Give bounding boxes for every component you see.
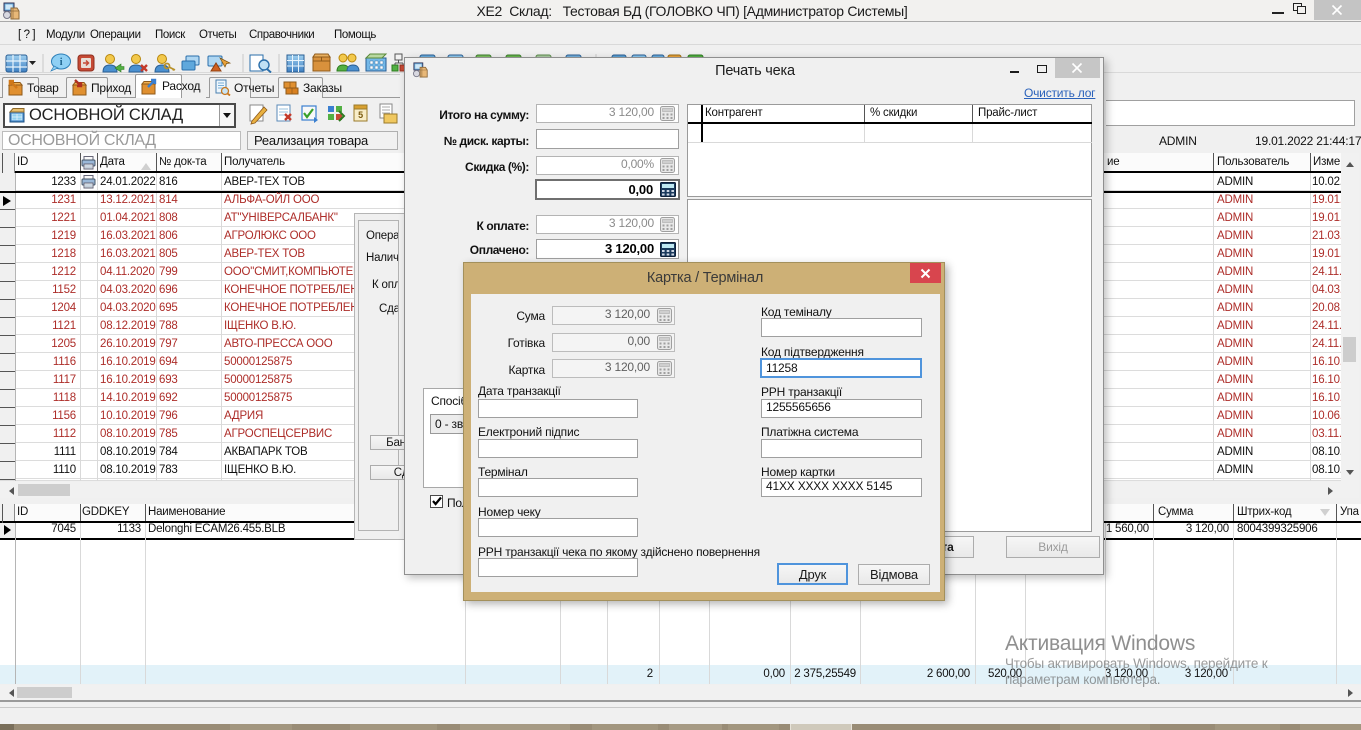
svg-text:5: 5 — [358, 110, 363, 120]
svg-text:i: i — [60, 57, 63, 68]
